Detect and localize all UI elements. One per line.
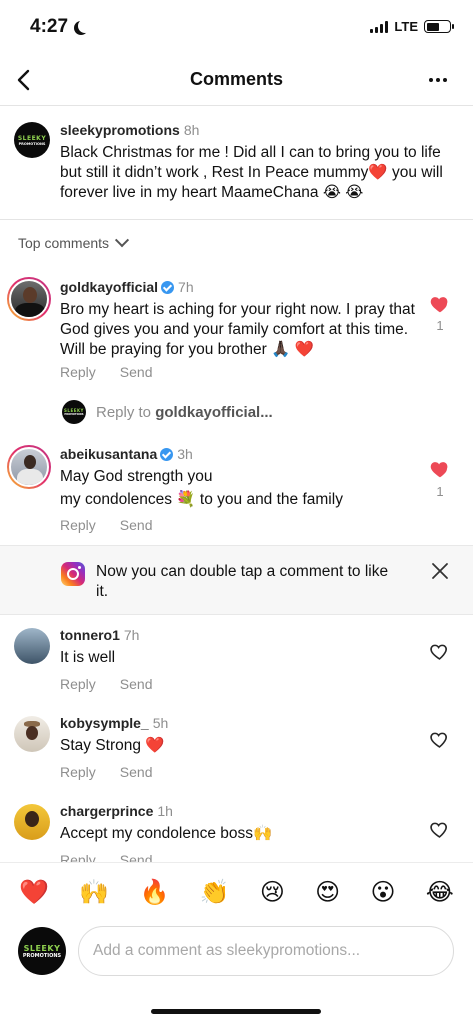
emoji-reaction-bar: ❤️ 🙌 🔥 👏 😢 😍 😮 😂 — [0, 862, 473, 920]
comment-text: Accept my condolence boss🙌 — [60, 825, 273, 842]
timestamp: 7h — [178, 279, 194, 295]
status-time: 4:27 — [30, 16, 88, 38]
like-count: 1 — [436, 484, 444, 499]
send-button[interactable]: Send — [120, 852, 153, 862]
heart-outline-icon[interactable] — [429, 729, 450, 750]
verified-badge-icon — [161, 281, 175, 294]
reply-button[interactable]: Reply — [60, 764, 96, 780]
page-title: Comments — [189, 69, 283, 89]
home-indicator — [151, 1009, 321, 1014]
caption-text: Black Christmas for me ! Did all I can t… — [60, 144, 443, 201]
timestamp: 7h — [123, 627, 140, 643]
username[interactable]: chargerprince — [60, 803, 153, 819]
comment-text: May God strength you my condolences 💐 to… — [60, 468, 343, 508]
avatar[interactable] — [14, 716, 50, 752]
chevron-down-icon — [114, 233, 130, 248]
emoji-crying[interactable]: 😢 — [260, 878, 285, 906]
avatar[interactable] — [7, 277, 51, 321]
emoji-fire[interactable]: 🔥 — [139, 878, 169, 906]
top-comments-filter[interactable]: Top comments — [18, 233, 130, 251]
avatar: SLEEKY PROMOTIONS — [62, 400, 86, 424]
instagram-icon — [61, 562, 85, 586]
heart-outline-icon[interactable] — [429, 819, 450, 840]
moon-icon — [78, 19, 92, 33]
like-count: 1 — [436, 318, 444, 333]
username[interactable]: abeikusantana — [60, 446, 157, 462]
comment-item: kobysymple_ 5h Stay Strong ❤️ Reply Send — [0, 708, 473, 788]
emoji-laughing[interactable]: 😂 — [426, 878, 454, 906]
reply-button[interactable]: Reply — [60, 364, 96, 380]
emoji-clap[interactable]: 👏 — [200, 878, 230, 906]
reply-to-thread[interactable]: SLEEKY PROMOTIONS Reply to goldkayoffici… — [62, 400, 273, 424]
avatar: SLEEKY PROMOTIONS — [18, 927, 66, 975]
double-tap-tip: Now you can double tap a comment to like… — [0, 545, 473, 615]
more-options-icon[interactable] — [429, 78, 447, 82]
avatar[interactable] — [14, 804, 50, 840]
status-indicators: LTE — [370, 19, 454, 34]
reply-button[interactable]: Reply — [60, 676, 96, 692]
comment-input[interactable] — [78, 926, 454, 976]
emoji-heart-eyes[interactable]: 😍 — [315, 878, 340, 906]
close-icon[interactable] — [431, 562, 449, 580]
send-button[interactable]: Send — [120, 764, 153, 780]
emoji-surprised[interactable]: 😮 — [370, 878, 395, 906]
comment-item: tonnero1 7h It is well Reply Send — [0, 620, 473, 700]
post-caption: SLEEKY PROMOTIONS sleekypromotions 8h Bla… — [0, 106, 473, 220]
send-button[interactable]: Send — [120, 517, 153, 533]
reply-button[interactable]: Reply — [60, 852, 96, 862]
avatar[interactable] — [14, 628, 50, 664]
emoji-heart[interactable]: ❤️ — [19, 878, 49, 906]
timestamp: 3h — [177, 446, 193, 462]
send-button[interactable]: Send — [120, 676, 153, 692]
comment-text: Stay Strong ❤️ — [60, 737, 165, 754]
tip-text: Now you can double tap a comment to like… — [96, 563, 389, 600]
username[interactable]: tonnero1 — [60, 627, 120, 643]
timestamp: 5h — [152, 715, 169, 731]
battery-icon — [424, 20, 454, 33]
signal-icon — [370, 20, 389, 33]
heart-filled-icon[interactable] — [429, 293, 451, 315]
reply-button[interactable]: Reply — [60, 517, 96, 533]
username[interactable]: goldkayofficial — [60, 279, 158, 295]
username[interactable]: sleekypromotions — [60, 122, 180, 138]
send-button[interactable]: Send — [120, 364, 153, 380]
avatar[interactable] — [7, 445, 51, 489]
comment-text: Bro my heart is aching for your right no… — [60, 301, 415, 358]
timestamp: 1h — [157, 803, 173, 819]
heart-filled-icon[interactable] — [429, 458, 451, 480]
comment-item: abeikusantana 3h May God strength you my … — [0, 438, 473, 538]
username[interactable]: kobysymple_ — [60, 715, 149, 731]
comment-item: goldkayofficial 7h Bro my heart is aching… — [0, 270, 473, 390]
comment-text: It is well — [60, 649, 116, 666]
network-label: LTE — [394, 19, 418, 34]
status-bar: 4:27 LTE — [0, 0, 473, 56]
caption-user-line: sleekypromotions 8h — [60, 122, 199, 138]
avatar[interactable]: SLEEKY PROMOTIONS — [14, 122, 50, 158]
timestamp: 8h — [183, 122, 200, 138]
emoji-raised-hands[interactable]: 🙌 — [79, 878, 109, 906]
heart-outline-icon[interactable] — [429, 641, 450, 662]
verified-badge-icon — [160, 448, 174, 461]
header: Comments — [0, 56, 473, 106]
comment-item: chargerprince 1h Accept my condolence bos… — [0, 796, 473, 862]
